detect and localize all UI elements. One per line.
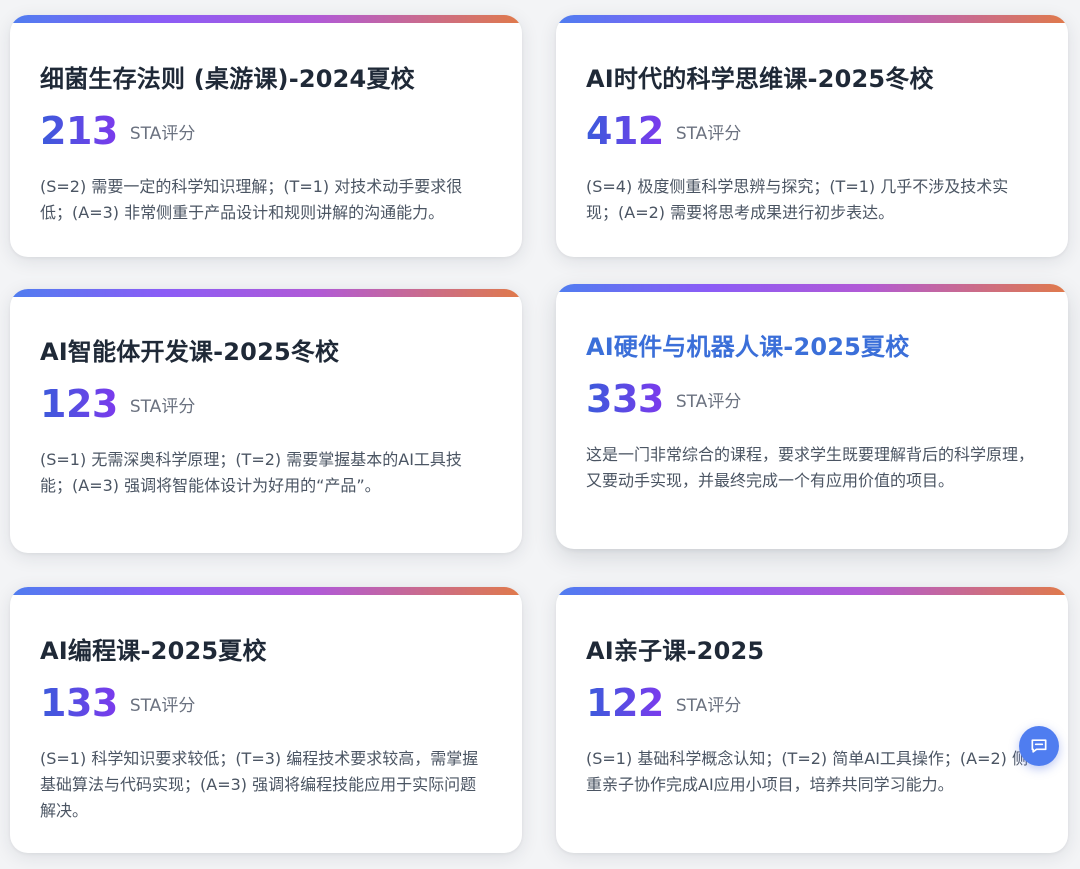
card-title: AI亲子课-2025 — [586, 637, 765, 665]
score-label: STA评分 — [129, 123, 196, 144]
score-row: 123 STA评分 — [40, 385, 492, 423]
score-row: 213 STA评分 — [40, 112, 492, 150]
score-label: STA评分 — [675, 123, 742, 144]
sta-score: 412 — [586, 109, 664, 153]
card-accent-bar — [556, 284, 1068, 292]
score-label: STA评分 — [675, 391, 742, 412]
score-row: 133 STA评分 — [40, 684, 492, 722]
score-row: 333 STA评分 — [586, 380, 1038, 418]
card-title: AI时代的科学思维课-2025冬校 — [586, 65, 934, 93]
score-label: STA评分 — [675, 695, 742, 716]
score-label: STA评分 — [129, 396, 196, 417]
card-title: AI硬件与机器人课-2025夏校 — [586, 333, 910, 361]
course-card[interactable]: AI亲子课-2025 122 STA评分 (S=1) 基础科学概念认知；(T=2… — [556, 587, 1068, 853]
card-description: (S=2) 需要一定的科学知识理解；(T=1) 对技术动手要求很低；(A=3) … — [40, 177, 463, 222]
card-description: (S=1) 基础科学概念认知；(T=2) 简单AI工具操作；(A=2) 侧重亲子… — [586, 749, 1029, 794]
course-card[interactable]: AI智能体开发课-2025冬校 123 STA评分 (S=1) 无需深奥科学原理… — [10, 289, 522, 553]
chat-icon — [1031, 739, 1047, 753]
course-card[interactable]: AI编程课-2025夏校 133 STA评分 (S=1) 科学知识要求较低；(T… — [10, 587, 522, 853]
sta-score: 123 — [40, 382, 118, 426]
card-accent-bar — [10, 587, 522, 595]
card-description: (S=1) 无需深奥科学原理；(T=2) 需要掌握基本的AI工具技能；(A=3)… — [40, 450, 462, 495]
sta-score: 122 — [586, 681, 664, 725]
card-accent-bar — [556, 587, 1068, 595]
card-title: 细菌生存法则 (桌游课)-2024夏校 — [40, 65, 415, 93]
card-title: AI编程课-2025夏校 — [40, 637, 267, 665]
chat-button[interactable] — [1019, 726, 1059, 766]
card-accent-bar — [10, 289, 522, 297]
card-accent-bar — [10, 15, 522, 23]
card-description: (S=1) 科学知识要求较低；(T=3) 编程技术要求较高，需掌握基础算法与代码… — [40, 749, 479, 820]
sta-score: 333 — [586, 377, 664, 421]
course-card[interactable]: 细菌生存法则 (桌游课)-2024夏校 213 STA评分 (S=2) 需要一定… — [10, 15, 522, 257]
card-accent-bar — [556, 15, 1068, 23]
card-description: (S=4) 极度侧重科学思辨与探究；(T=1) 几乎不涉及技术实现；(A=2) … — [586, 177, 1009, 222]
card-title: AI智能体开发课-2025冬校 — [40, 338, 340, 366]
score-row: 122 STA评分 — [586, 684, 1038, 722]
score-row: 412 STA评分 — [586, 112, 1038, 150]
sta-score: 213 — [40, 109, 118, 153]
course-card[interactable]: AI硬件与机器人课-2025夏校 333 STA评分 这是一门非常综合的课程，要… — [556, 284, 1068, 549]
sta-score: 133 — [40, 681, 118, 725]
course-card[interactable]: AI时代的科学思维课-2025冬校 412 STA评分 (S=4) 极度侧重科学… — [556, 15, 1068, 257]
score-label: STA评分 — [129, 695, 196, 716]
card-description: 这是一门非常综合的课程，要求学生既要理解背后的科学原理，又要动手实现，并最终完成… — [586, 445, 1035, 490]
